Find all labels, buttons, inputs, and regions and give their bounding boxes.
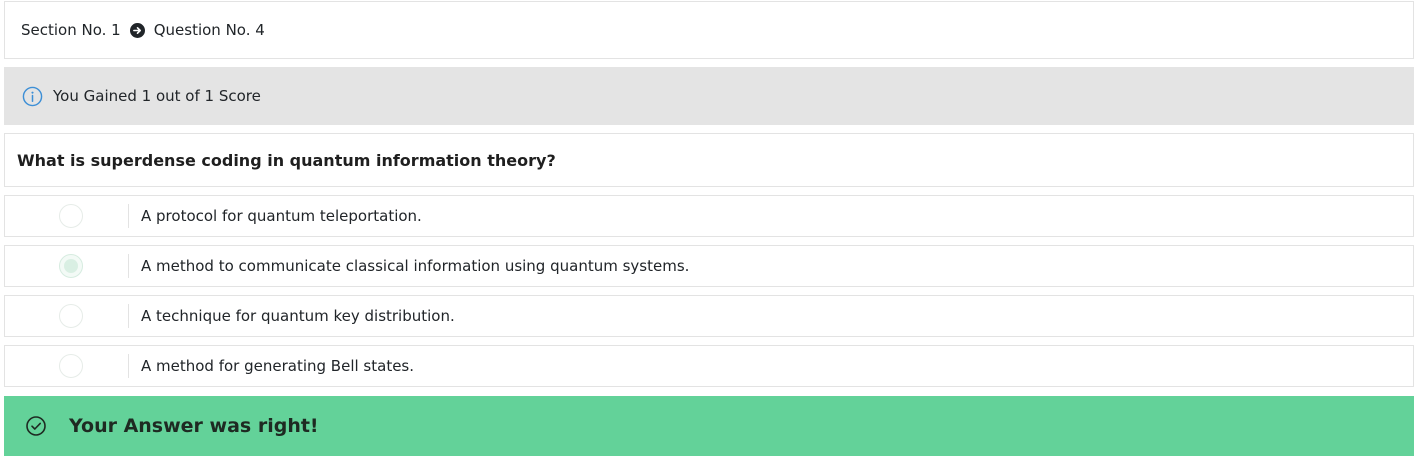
option-item[interactable]: A protocol for quantum teleportation. [4, 195, 1414, 237]
breadcrumb-question: Question No. 4 [153, 21, 265, 39]
result-banner: Your Answer was right! [4, 396, 1414, 456]
radio-cell [5, 304, 129, 328]
question-text: What is superdense coding in quantum inf… [4, 133, 1414, 187]
score-text: You Gained 1 out of 1 Score [53, 87, 261, 105]
breadcrumb-section: Section No. 1 [21, 21, 121, 39]
score-banner: You Gained 1 out of 1 Score [4, 67, 1414, 125]
radio-cell [5, 354, 129, 378]
radio-button[interactable] [59, 204, 83, 228]
radio-button[interactable] [59, 354, 83, 378]
option-item[interactable]: A method for generating Bell states. [4, 345, 1414, 387]
result-text: Your Answer was right! [69, 415, 319, 437]
option-label[interactable]: A protocol for quantum teleportation. [129, 207, 422, 225]
radio-button[interactable] [59, 304, 83, 328]
breadcrumb: Section No. 1 Question No. 4 [4, 1, 1414, 59]
option-label[interactable]: A technique for quantum key distribution… [129, 307, 455, 325]
option-item[interactable]: A technique for quantum key distribution… [4, 295, 1414, 337]
option-label[interactable]: A method to communicate classical inform… [129, 257, 689, 275]
info-circle-icon [22, 86, 43, 107]
radio-cell [5, 204, 129, 228]
arrow-right-circle-icon [129, 22, 145, 38]
option-item[interactable]: A method to communicate classical inform… [4, 245, 1414, 287]
radio-cell [5, 254, 129, 278]
check-circle-icon [25, 415, 47, 437]
option-label[interactable]: A method for generating Bell states. [129, 357, 414, 375]
radio-button-selected[interactable] [59, 254, 83, 278]
